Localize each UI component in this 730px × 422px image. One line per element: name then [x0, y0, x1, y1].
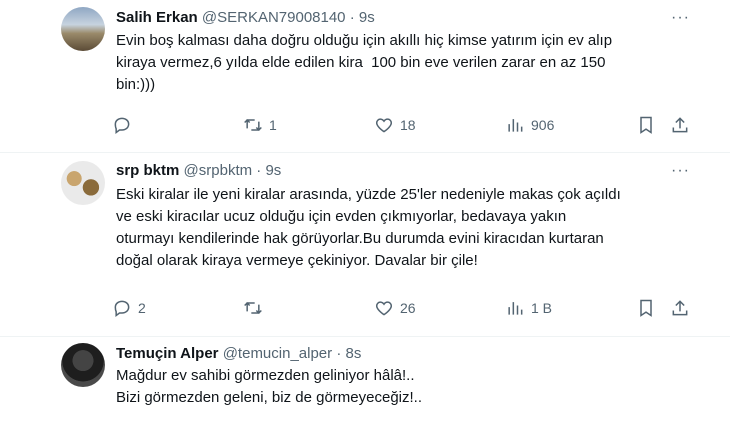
- heart-icon: [375, 118, 393, 133]
- reply-count: 2: [138, 300, 146, 316]
- tweet-1[interactable]: Salih Erkan @SERKAN79008140 · 9s ··· Evi…: [0, 0, 730, 153]
- like-count: 18: [400, 117, 416, 133]
- analytics-icon: [508, 302, 523, 315]
- share-icon: [672, 300, 688, 316]
- retweet-icon: [244, 118, 262, 132]
- view-count: 906: [531, 117, 555, 133]
- timestamp[interactable]: 8s: [346, 345, 362, 362]
- view-count: 1 B: [531, 300, 553, 316]
- separator-dot: ·: [256, 162, 262, 179]
- tweet-header: srp bktm @srpbktm · 9s: [116, 161, 281, 181]
- timestamp[interactable]: 9s: [265, 162, 281, 179]
- avatar[interactable]: [61, 343, 105, 387]
- like-button[interactable]: 26: [374, 297, 416, 319]
- bookmark-button[interactable]: [636, 297, 656, 319]
- reply-icon: [114, 300, 130, 317]
- views-button[interactable]: 906: [505, 114, 554, 136]
- bookmark-button[interactable]: [636, 114, 656, 136]
- bookmark-icon: [640, 116, 652, 134]
- reply-button[interactable]: [112, 114, 138, 136]
- more-options-icon[interactable]: ···: [671, 162, 690, 180]
- tweet-text: Evin boş kalması daha doğru olduğu için …: [116, 32, 613, 93]
- author-name[interactable]: Salih Erkan: [116, 9, 198, 26]
- retweet-icon: [244, 301, 262, 315]
- author-name[interactable]: srp bktm: [116, 162, 179, 179]
- tweet-actions: 2 26 1 B: [112, 297, 692, 319]
- like-button[interactable]: 18: [374, 114, 416, 136]
- avatar[interactable]: [61, 7, 105, 51]
- like-count: 26: [400, 300, 416, 316]
- avatar[interactable]: [61, 161, 105, 205]
- more-options-icon[interactable]: ···: [671, 9, 690, 27]
- author-handle[interactable]: @srpbktm: [184, 162, 253, 179]
- retweet-button[interactable]: 1: [243, 114, 277, 136]
- share-icon: [672, 117, 688, 133]
- bookmark-icon: [640, 299, 652, 317]
- tweet-text: Mağdur ev sahibi görmezden geliniyor hâl…: [116, 367, 422, 406]
- retweet-count: 1: [269, 117, 277, 133]
- share-button[interactable]: [670, 114, 690, 136]
- retweet-button[interactable]: [243, 297, 269, 319]
- reply-button[interactable]: 2: [112, 297, 146, 319]
- views-button[interactable]: 1 B: [505, 297, 552, 319]
- author-handle[interactable]: @SERKAN79008140: [202, 9, 346, 26]
- timestamp[interactable]: 9s: [359, 9, 375, 26]
- analytics-icon: [508, 119, 523, 132]
- tweet-header: Temuçin Alper @temucin_alper · 8s: [116, 344, 361, 364]
- share-button[interactable]: [670, 297, 690, 319]
- separator-dot: ·: [349, 9, 355, 26]
- tweet-text: Eski kiralar ile yeni kiralar arasında, …: [116, 186, 621, 269]
- tweet-3[interactable]: Temuçin Alper @temucin_alper · 8s Mağdur…: [0, 337, 730, 422]
- author-handle[interactable]: @temucin_alper: [223, 345, 332, 362]
- heart-icon: [375, 301, 393, 316]
- separator-dot: ·: [336, 345, 342, 362]
- tweet-actions: 1 18 906: [112, 114, 692, 136]
- reply-icon: [114, 117, 130, 134]
- tweet-header: Salih Erkan @SERKAN79008140 · 9s: [116, 8, 375, 28]
- author-name[interactable]: Temuçin Alper: [116, 345, 219, 362]
- tweet-2[interactable]: srp bktm @srpbktm · 9s ··· Eski kiralar …: [0, 153, 730, 337]
